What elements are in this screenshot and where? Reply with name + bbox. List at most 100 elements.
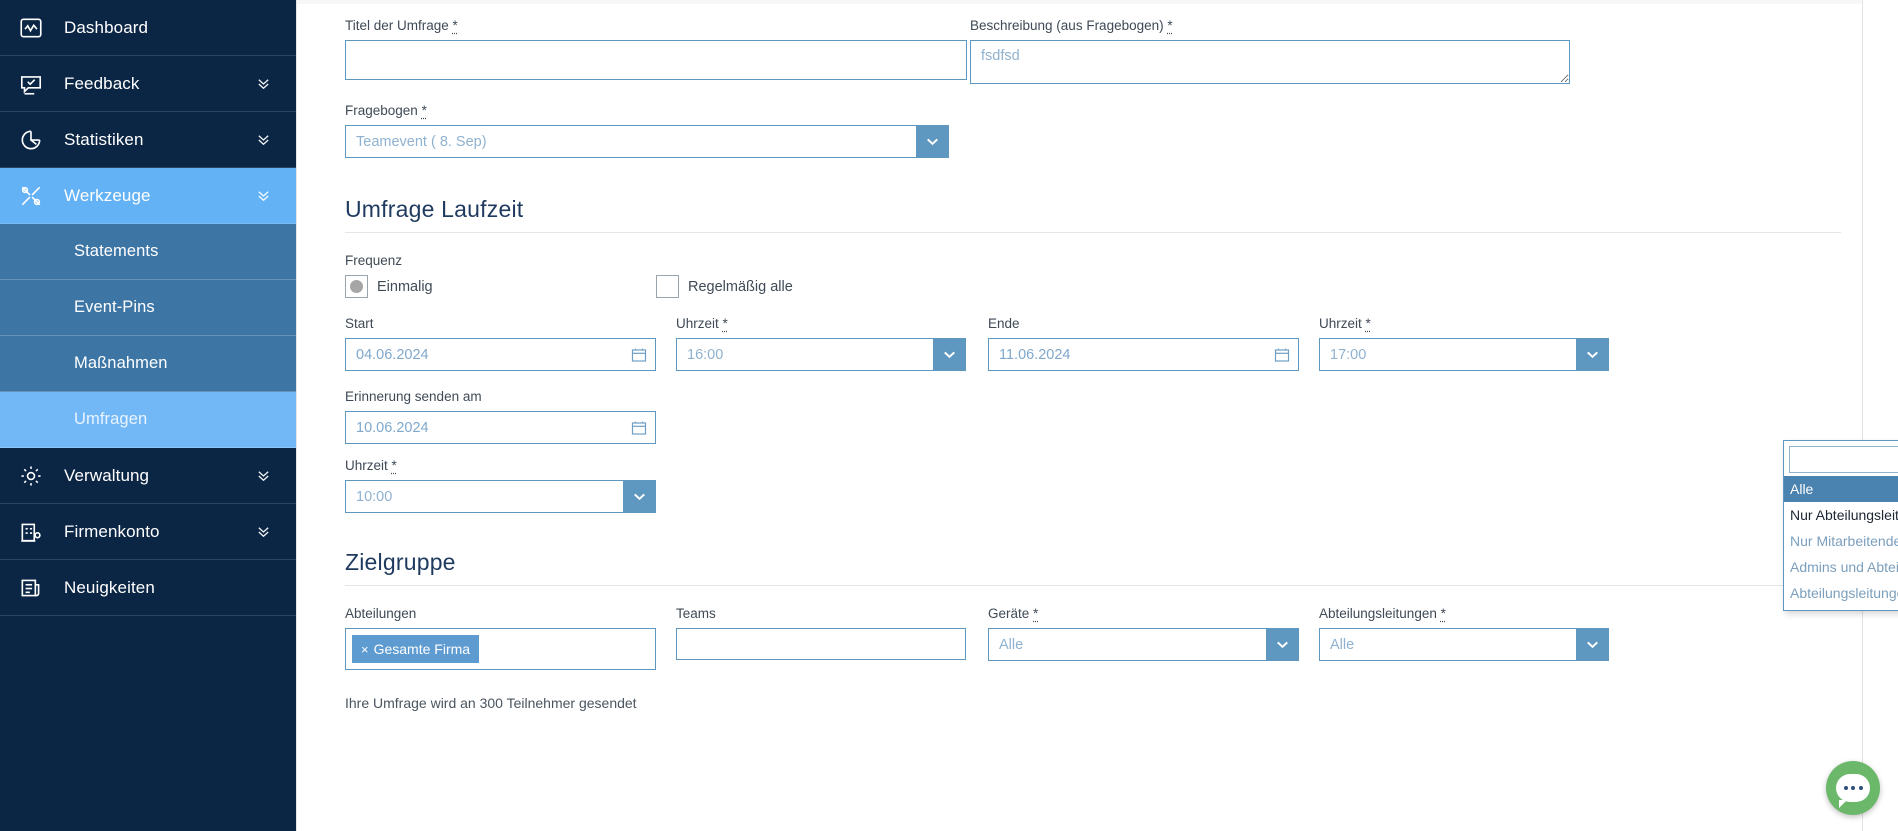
field-title: Titel der Umfrage * (345, 18, 967, 89)
sidebar-item-werkzeuge[interactable]: Werkzeuge (0, 168, 296, 224)
field-reminder-date: Erinnerung senden am 10.06.2024 (345, 389, 656, 444)
sidebar-item-dashboard[interactable]: Dashboard (0, 0, 296, 56)
dropdown-option-abteilungsleitungen-mitarbeitende[interactable]: Abteilungsleitungen & Mitarbeitende (1784, 580, 1898, 606)
questionnaire-select[interactable]: Teamevent ( 8. Sep) (345, 125, 949, 158)
sidebar-item-label: Event-Pins (74, 298, 155, 316)
dropdown-option-nur-abteilungsleitungen[interactable]: Nur Abteilungsleitungen (1784, 502, 1898, 528)
sidebar-item-event-pins[interactable]: Event-Pins (0, 280, 296, 336)
building-icon (18, 517, 52, 547)
dropdown-search-input[interactable] (1789, 446, 1898, 473)
section-target-group: Zielgruppe (345, 549, 1841, 586)
required-marker: * (1167, 18, 1173, 33)
reminder-time-select[interactable]: 10:00 (345, 480, 656, 513)
reminder-date-input[interactable]: 10.06.2024 (345, 411, 656, 444)
teams-input[interactable] (676, 628, 966, 660)
required-marker: * (391, 458, 397, 473)
chevron-down-icon[interactable] (916, 125, 949, 158)
chevron-down-icon[interactable] (1576, 628, 1609, 661)
section-divider (345, 232, 1841, 233)
field-reminder-time: Uhrzeit * 10:00 (345, 458, 656, 513)
required-marker: * (1440, 606, 1446, 621)
survey-form: Titel der Umfrage * Beschreibung (aus Fr… (345, 0, 1841, 711)
field-start-date: Start 04.06.2024 (345, 316, 656, 371)
chevron-down-icon[interactable] (256, 188, 274, 203)
participants-note: Ihre Umfrage wird an 300 Teilnehmer gese… (345, 695, 637, 711)
chevron-down-icon[interactable] (623, 480, 656, 513)
frequency-option-label: Regelmäßig alle (688, 278, 793, 295)
frequency-option-recurring[interactable]: Regelmäßig alle (656, 275, 793, 298)
start-time-value[interactable]: 16:00 (676, 338, 933, 371)
field-end-date: Ende 11.06.2024 (988, 316, 1299, 371)
pie-chart-icon (18, 125, 52, 155)
chevron-down-icon[interactable] (256, 468, 274, 483)
end-date-input[interactable]: 11.06.2024 (988, 338, 1299, 371)
end-date-value: 11.06.2024 (999, 346, 1071, 363)
label-text: Uhrzeit (1319, 316, 1362, 331)
field-departments: Abteilungen × Gesamte Firma (345, 606, 656, 670)
chevron-down-icon[interactable] (256, 76, 274, 91)
description-textarea[interactable] (970, 40, 1570, 84)
field-end-time: Uhrzeit * 17:00 (1319, 316, 1609, 371)
devices-select-value[interactable]: Alle (988, 628, 1266, 661)
field-label: Beschreibung (aus Fragebogen) * (970, 18, 1570, 34)
devices-select[interactable]: Alle (988, 628, 1299, 661)
frequency-option-once[interactable]: Einmalig (345, 275, 656, 298)
reminder-time-value[interactable]: 10:00 (345, 480, 623, 513)
sidebar-item-statements[interactable]: Statements (0, 224, 296, 280)
feedback-icon (18, 69, 52, 99)
news-icon (18, 573, 52, 603)
app-root: Dashboard Feedback Statistiken Werkzeuge… (0, 0, 1898, 831)
sidebar-item-label: Firmenkonto (64, 521, 160, 541)
tools-icon (18, 181, 52, 211)
sidebar-item-umfragen[interactable]: Umfragen (0, 392, 296, 448)
tag-gesamte-firma[interactable]: × Gesamte Firma (352, 635, 480, 663)
end-time-select[interactable]: 17:00 (1319, 338, 1609, 371)
chevron-down-icon[interactable] (256, 524, 274, 539)
calendar-icon[interactable] (631, 420, 647, 436)
sidebar-item-neuigkeiten[interactable]: Neuigkeiten (0, 560, 296, 616)
label-text: Abteilungsleitungen (1319, 606, 1437, 621)
field-label: Teams (676, 606, 716, 621)
sidebar-item-verwaltung[interactable]: Verwaltung (0, 448, 296, 504)
chevron-down-icon[interactable] (1266, 628, 1299, 661)
sidebar-item-feedback[interactable]: Feedback (0, 56, 296, 112)
dropdown-option-alle[interactable]: Alle (1784, 476, 1898, 502)
calendar-icon[interactable] (631, 347, 647, 363)
start-time-select[interactable]: 16:00 (676, 338, 966, 371)
chevron-down-icon[interactable] (1576, 338, 1609, 371)
sidebar-item-label: Feedback (64, 73, 140, 93)
title-input[interactable] (345, 40, 967, 80)
sidebar-item-firmenkonto[interactable]: Firmenkonto (0, 504, 296, 560)
required-marker: * (452, 18, 458, 33)
dot (1843, 786, 1848, 790)
sidebar-item-label: Werkzeuge (64, 185, 151, 205)
frequency-option-label: Einmalig (377, 278, 433, 295)
radio-icon[interactable] (345, 275, 368, 298)
sidebar-item-label: Dashboard (64, 17, 149, 37)
chevron-down-icon[interactable] (933, 338, 966, 371)
sidebar-item-label: Umfragen (74, 410, 148, 428)
label-text: Geräte (988, 606, 1030, 621)
chat-widget-button[interactable] (1826, 761, 1880, 815)
remove-tag-icon[interactable]: × (361, 642, 369, 657)
questionnaire-select-value[interactable]: Teamevent ( 8. Sep) (345, 125, 916, 158)
dropdown-option-nur-mitarbeitende[interactable]: Nur Mitarbeitende (1784, 528, 1898, 554)
sidebar-navigation: Dashboard Feedback Statistiken Werkzeuge… (0, 0, 296, 831)
sidebar-item-label: Statements (74, 242, 159, 260)
roles-dropdown-panel[interactable]: Alle Nur Abteilungsleitungen Nur Mitarbe… (1783, 440, 1898, 611)
section-heading: Zielgruppe (345, 549, 456, 575)
checkbox-icon[interactable] (656, 275, 679, 298)
sidebar-item-label: Maßnahmen (74, 354, 168, 372)
roles-select-value[interactable]: Alle (1319, 628, 1576, 661)
end-time-value[interactable]: 17:00 (1319, 338, 1576, 371)
page-scrollbar[interactable] (1862, 0, 1898, 831)
roles-select[interactable]: Alle (1319, 628, 1609, 661)
departments-tag-input[interactable]: × Gesamte Firma (345, 628, 656, 670)
start-date-input[interactable]: 04.06.2024 (345, 338, 656, 371)
sidebar-item-statistiken[interactable]: Statistiken (0, 112, 296, 168)
required-marker: * (1033, 606, 1039, 621)
dropdown-option-admins-und-abteilungsleitungen[interactable]: Admins und Abteilungsleitungen (1784, 554, 1898, 580)
calendar-icon[interactable] (1274, 347, 1290, 363)
chevron-down-icon[interactable] (256, 132, 274, 147)
sidebar-item-massnahmen[interactable]: Maßnahmen (0, 336, 296, 392)
